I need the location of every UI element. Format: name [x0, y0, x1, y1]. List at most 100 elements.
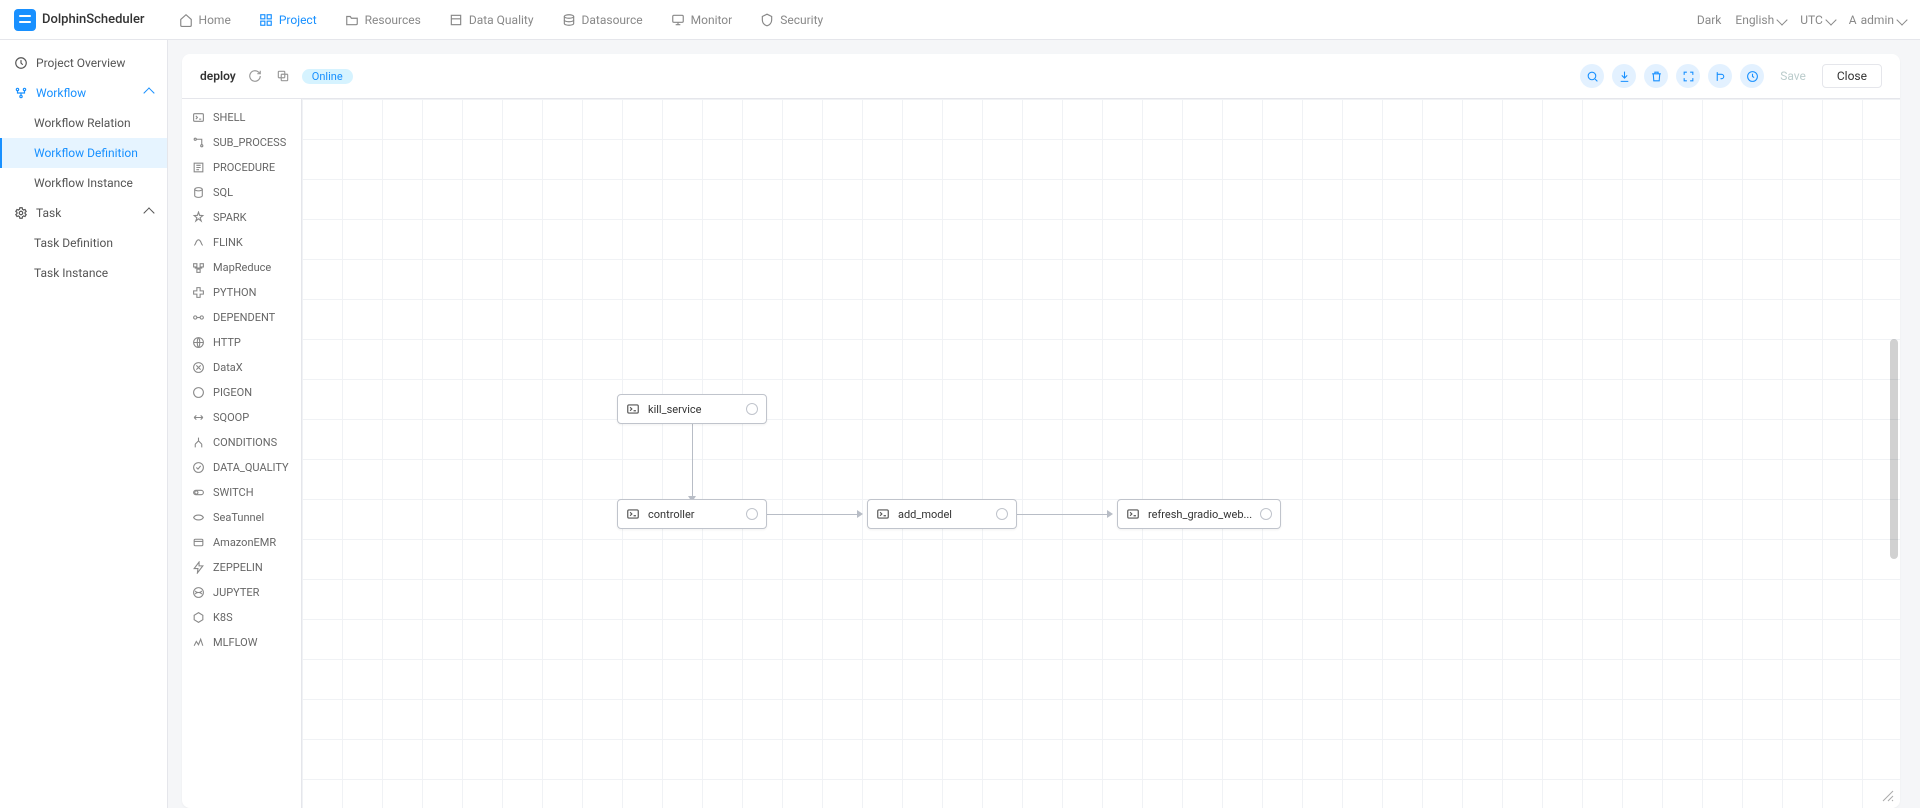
shell-icon [876, 507, 890, 521]
nav-security[interactable]: Security [750, 7, 833, 33]
palette-item-mlflow[interactable]: MLFLOW [182, 630, 301, 655]
palette-label: ZEPPELIN [213, 561, 263, 574]
palette-item-dependent[interactable]: DEPENDENT [182, 305, 301, 330]
palette-item-spark[interactable]: SPARK [182, 205, 301, 230]
chevron-up-icon [143, 207, 154, 218]
copy-icon[interactable] [274, 67, 292, 85]
palette-label: JUPYTER [213, 586, 259, 599]
palette-item-subprocess[interactable]: SUB_PROCESS [182, 130, 301, 155]
tz-label: UTC [1800, 13, 1823, 27]
workflow-canvas[interactable]: kill_service controller add_model [302, 99, 1900, 808]
palette-item-sql[interactable]: SQL [182, 180, 301, 205]
topbar: DolphinScheduler Home Project Resources … [0, 0, 1920, 40]
close-button[interactable]: Close [1822, 64, 1882, 88]
chevron-down-icon [1825, 14, 1836, 25]
nav-home[interactable]: Home [169, 7, 241, 33]
sidebar-item-wf-relation[interactable]: Workflow Relation [0, 108, 167, 138]
task-palette[interactable]: SHELL SUB_PROCESS PROCEDURE SQL SPARK FL… [182, 99, 302, 808]
palette-item-jupyter[interactable]: JUPYTER [182, 580, 301, 605]
theme-toggle[interactable]: Dark [1697, 13, 1722, 27]
palette-label: PIGEON [213, 386, 252, 399]
canvas-scrollbar[interactable] [1890, 339, 1898, 559]
palette-item-seatunnel[interactable]: SeaTunnel [182, 505, 301, 530]
nav-data-quality[interactable]: Data Quality [439, 7, 544, 33]
palette-item-switch[interactable]: SWITCH [182, 480, 301, 505]
palette-label: SQOOP [213, 411, 249, 424]
user-menu[interactable]: A admin [1849, 13, 1906, 27]
palette-label: DATA_QUALITY [213, 461, 289, 474]
sidebar-item-label: Task Definition [34, 236, 113, 250]
sidebar-item-wf-definition[interactable]: Workflow Definition [0, 138, 167, 168]
nav-home-label: Home [199, 13, 231, 27]
sidebar-item-task-definition[interactable]: Task Definition [0, 228, 167, 258]
format-button[interactable] [1708, 64, 1732, 88]
task-node-kill-service[interactable]: kill_service [617, 394, 767, 424]
palette-item-http[interactable]: HTTP [182, 330, 301, 355]
status-dot-icon [996, 508, 1008, 520]
refresh-icon[interactable] [246, 67, 264, 85]
palette-item-k8s[interactable]: K8S [182, 605, 301, 630]
workflow-name: deploy [200, 69, 236, 83]
node-label: add_model [898, 508, 988, 521]
save-button[interactable]: Save [1772, 65, 1814, 87]
sidebar: Project Overview Workflow Workflow Relat… [0, 40, 168, 808]
brand-text: DolphinScheduler [42, 12, 145, 27]
sidebar-item-label: Workflow Relation [34, 116, 131, 130]
nav-project[interactable]: Project [249, 7, 327, 33]
timezone-select[interactable]: UTC [1800, 13, 1835, 27]
resize-handle-icon[interactable] [1882, 790, 1894, 802]
palette-item-python[interactable]: PYTHON [182, 280, 301, 305]
lang-select[interactable]: English [1735, 13, 1786, 27]
palette-item-dataquality[interactable]: DATA_QUALITY [182, 455, 301, 480]
task-node-controller[interactable]: controller [617, 499, 767, 529]
zoom-button[interactable] [1580, 64, 1604, 88]
logo-icon [14, 9, 36, 31]
editor-body: SHELL SUB_PROCESS PROCEDURE SQL SPARK FL… [182, 99, 1900, 808]
palette-item-pigeon[interactable]: PIGEON [182, 380, 301, 405]
sidebar-item-overview[interactable]: Project Overview [0, 48, 167, 78]
workflow-editor-card: deploy Online Save Close S [182, 54, 1900, 808]
sidebar-item-label: Workflow Instance [34, 176, 133, 190]
palette-item-amazonemr[interactable]: AmazonEMR [182, 530, 301, 555]
palette-label: SHELL [213, 111, 245, 124]
palette-label: SUB_PROCESS [213, 136, 286, 149]
palette-item-procedure[interactable]: PROCEDURE [182, 155, 301, 180]
download-button[interactable] [1612, 64, 1636, 88]
status-badge: Online [302, 69, 353, 84]
workflow-icon [14, 86, 28, 100]
palette-item-conditions[interactable]: CONDITIONS [182, 430, 301, 455]
datasource-icon [562, 13, 576, 27]
nav-resources[interactable]: Resources [335, 7, 431, 33]
palette-label: MapReduce [213, 261, 271, 274]
status-dot-icon [746, 508, 758, 520]
palette-label: DEPENDENT [213, 311, 275, 324]
data-quality-icon [449, 13, 463, 27]
fullscreen-button[interactable] [1676, 64, 1700, 88]
edge [1014, 514, 1109, 515]
sidebar-group-workflow[interactable]: Workflow [0, 78, 167, 108]
nav-datasource[interactable]: Datasource [552, 7, 653, 33]
folder-icon [345, 13, 359, 27]
palette-label: SWITCH [213, 486, 254, 499]
edge [692, 424, 693, 499]
nav-monitor[interactable]: Monitor [661, 7, 743, 33]
task-node-refresh-gradio[interactable]: refresh_gradio_web... [1117, 499, 1281, 529]
shell-icon [626, 402, 640, 416]
task-node-add-model[interactable]: add_model [867, 499, 1017, 529]
palette-item-mapreduce[interactable]: MapReduce [182, 255, 301, 280]
palette-item-zeppelin[interactable]: ZEPPELIN [182, 555, 301, 580]
chevron-down-icon [1777, 14, 1788, 25]
app-body: Project Overview Workflow Workflow Relat… [0, 40, 1920, 808]
edge [764, 514, 859, 515]
sidebar-group-task[interactable]: Task [0, 198, 167, 228]
nav-monitor-label: Monitor [691, 13, 733, 27]
sidebar-item-wf-instance[interactable]: Workflow Instance [0, 168, 167, 198]
palette-item-flink[interactable]: FLINK [182, 230, 301, 255]
palette-item-sqoop[interactable]: SQOOP [182, 405, 301, 430]
nav-security-label: Security [780, 13, 823, 27]
version-button[interactable] [1740, 64, 1764, 88]
palette-item-shell[interactable]: SHELL [182, 105, 301, 130]
sidebar-item-task-instance[interactable]: Task Instance [0, 258, 167, 288]
delete-button[interactable] [1644, 64, 1668, 88]
palette-item-datax[interactable]: DataX [182, 355, 301, 380]
